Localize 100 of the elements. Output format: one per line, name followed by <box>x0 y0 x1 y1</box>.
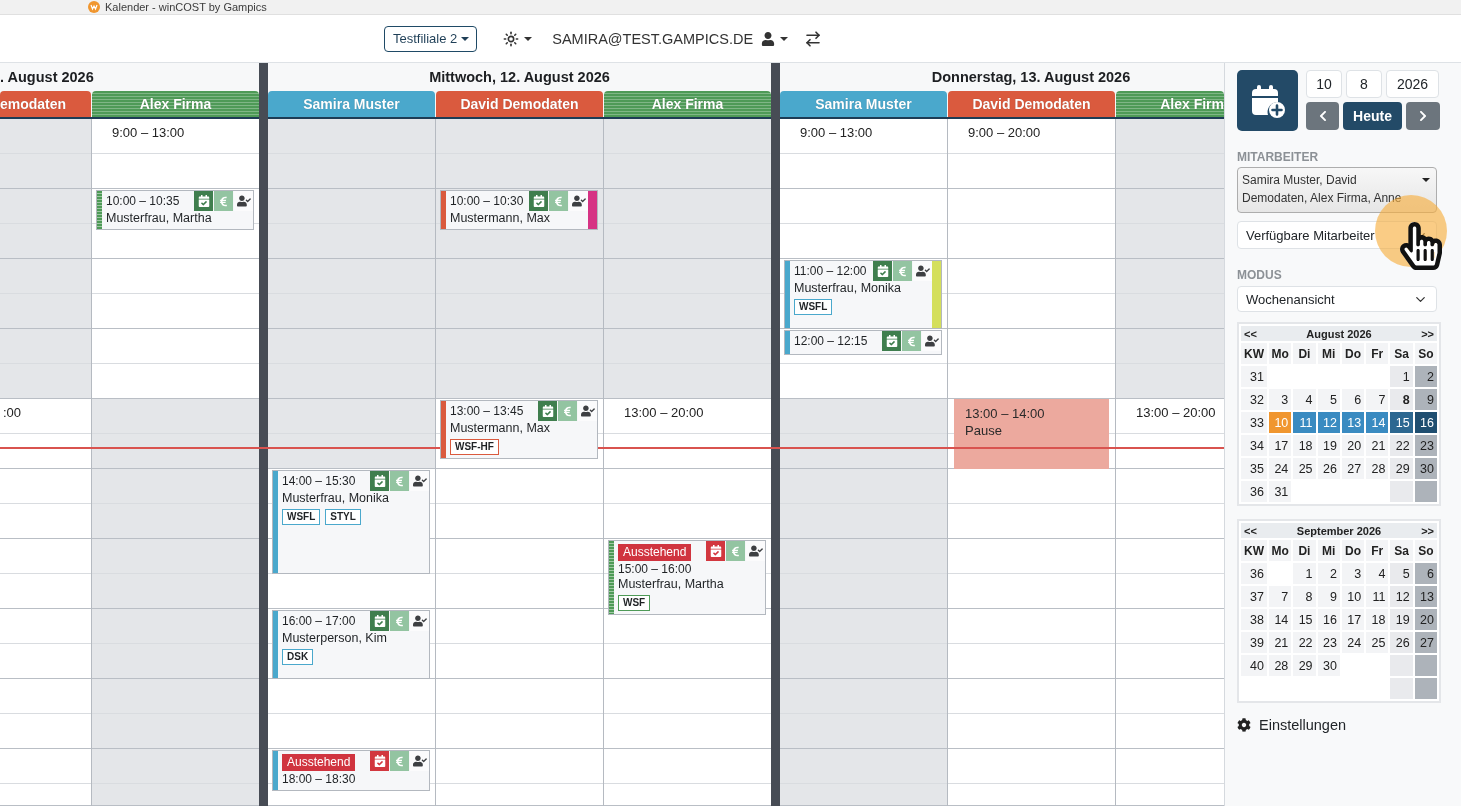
calendar-day[interactable]: 27 <box>1341 458 1365 479</box>
calendar-day[interactable]: 15 <box>1390 412 1413 433</box>
service-tag: WSFL <box>794 299 833 315</box>
theme-menu-button[interactable] <box>503 30 533 47</box>
calendar-day[interactable]: 21 <box>1366 435 1389 456</box>
calendar-day[interactable]: 2 <box>1317 563 1340 584</box>
appointment-time: 12:00 – 12:15 <box>794 333 868 349</box>
calendar-day[interactable]: 10 <box>1341 586 1365 607</box>
appointment-card[interactable]: 13:00 – 13:45 Mustermann, Max WSF-HF <box>440 400 598 459</box>
calendar-day[interactable]: 2 <box>1414 366 1437 387</box>
calendar-day[interactable]: 12 <box>1317 412 1340 433</box>
previous-month-button[interactable]: << <box>1244 327 1257 340</box>
calendar-day[interactable]: 24 <box>1341 632 1365 653</box>
calendar-day[interactable]: 23 <box>1414 435 1437 456</box>
mode-select[interactable]: Wochenansicht <box>1237 286 1437 312</box>
calendar-day[interactable]: 12 <box>1390 586 1413 607</box>
appointment-card[interactable]: Ausstehend 15:00 – 16:00 Musterfrau, Martha WSF <box>608 540 766 615</box>
appointment-card[interactable]: 10:00 – 10:35 Musterfrau, Martha <box>96 190 254 230</box>
status-badge: Ausstehend <box>618 544 692 561</box>
euro-icon <box>902 331 921 351</box>
calendar-day[interactable]: 23 <box>1317 632 1340 653</box>
calendar-day[interactable]: 29 <box>1293 655 1316 676</box>
calendar-day[interactable]: 27 <box>1414 632 1437 653</box>
calendar-day[interactable]: 17 <box>1269 435 1292 456</box>
calendar-day[interactable]: 14 <box>1269 609 1292 630</box>
calendar-day[interactable]: 13 <box>1341 412 1365 433</box>
client-name: Musterfrau, Monika <box>282 491 389 506</box>
month-field[interactable]: 8 <box>1346 70 1382 98</box>
appointment-card[interactable]: 11:00 – 12:00 Musterfrau, Monika WSFL <box>784 260 942 329</box>
euro-icon <box>558 401 577 421</box>
calendar-day[interactable]: 26 <box>1317 458 1340 479</box>
calendar-day[interactable]: 11 <box>1293 412 1316 433</box>
calendar-day[interactable]: 1 <box>1293 563 1316 584</box>
calendar-day[interactable]: 4 <box>1293 389 1316 410</box>
user-menu-button[interactable] <box>761 31 789 46</box>
calendar-day[interactable]: 11 <box>1366 586 1389 607</box>
calendar-day[interactable]: 19 <box>1390 609 1413 630</box>
calendar-day[interactable]: 25 <box>1293 458 1316 479</box>
calendar-day[interactable]: 16 <box>1414 412 1437 433</box>
calendar-day[interactable]: 22 <box>1390 435 1413 456</box>
next-month-button[interactable]: >> <box>1421 327 1434 340</box>
calendar-day[interactable]: 31 <box>1269 481 1292 502</box>
today-button[interactable]: Heute <box>1343 102 1402 130</box>
calendar-day[interactable]: 20 <box>1341 435 1365 456</box>
calendar-day[interactable]: 3 <box>1341 563 1365 584</box>
calendar-day[interactable]: 13 <box>1414 586 1437 607</box>
appointment-card[interactable]: 10:00 – 10:30 Mustermann, Max <box>440 190 598 230</box>
appointment-card[interactable]: Ausstehend 18:00 – 18:30 <box>272 750 430 791</box>
calendar-day[interactable]: 18 <box>1366 609 1389 630</box>
swap-icon[interactable] <box>804 29 823 48</box>
branch-dropdown[interactable]: Testfiliale 2 <box>383 25 478 52</box>
calendar-day[interactable]: 14 <box>1366 412 1389 433</box>
next-month-button[interactable]: >> <box>1421 524 1434 537</box>
previous-month-button[interactable]: << <box>1244 524 1257 537</box>
calendar-day[interactable]: 22 <box>1293 632 1316 653</box>
calendar-day[interactable]: 17 <box>1341 609 1365 630</box>
next-button[interactable] <box>1406 102 1440 130</box>
calendar-day[interactable]: 3 <box>1269 389 1292 410</box>
calendar-day[interactable]: 7 <box>1269 586 1292 607</box>
calendar-day[interactable]: 7 <box>1366 389 1389 410</box>
settings-link[interactable]: Einstellungen <box>1237 717 1347 733</box>
client-name: Musterfrau, Martha <box>618 577 724 592</box>
calendar-day[interactable]: 24 <box>1269 458 1292 479</box>
calendar-day[interactable]: 21 <box>1269 632 1292 653</box>
calendar-day[interactable]: 16 <box>1317 609 1340 630</box>
calendar-day[interactable]: 5 <box>1390 563 1413 584</box>
calendar-day[interactable]: 30 <box>1414 458 1437 479</box>
break-block[interactable]: 13:00 – 14:00 Pause <box>954 399 1109 469</box>
calendar-day[interactable]: 15 <box>1293 609 1316 630</box>
caret-icon <box>1422 178 1430 182</box>
calendar-day[interactable]: 4 <box>1366 563 1389 584</box>
calendar-day[interactable]: 28 <box>1269 655 1292 676</box>
previous-button[interactable] <box>1306 102 1339 130</box>
calendar-day[interactable]: 1 <box>1390 366 1413 387</box>
calendar-check-icon <box>873 261 892 281</box>
calendar-day[interactable]: 28 <box>1366 458 1389 479</box>
appointment-card[interactable]: 12:00 – 12:15 <box>784 330 942 355</box>
employee-select[interactable]: Samira Muster, David Demodaten, Alex Firma, Anne <box>1237 167 1437 213</box>
app-logo-icon <box>88 1 100 13</box>
day-field[interactable]: 10 <box>1306 70 1342 98</box>
user-check-icon <box>410 751 429 771</box>
appointment-card[interactable]: 14:00 – 15:30 Musterfrau, Monika WSFL STYL <box>272 470 430 574</box>
add-appointment-button[interactable] <box>1237 70 1298 131</box>
calendar-day[interactable]: 6 <box>1414 563 1437 584</box>
calendar-day[interactable]: 8 <box>1293 586 1316 607</box>
calendar-day[interactable]: 30 <box>1317 655 1340 676</box>
calendar-day[interactable]: 19 <box>1317 435 1340 456</box>
calendar-day[interactable]: 20 <box>1414 609 1437 630</box>
calendar-day[interactable]: 9 <box>1317 586 1340 607</box>
calendar-day[interactable]: 26 <box>1390 632 1413 653</box>
calendar-day[interactable]: 6 <box>1341 389 1365 410</box>
appointment-card[interactable]: 16:00 – 17:00 Musterperson, Kim DSK <box>272 610 430 679</box>
calendar-day[interactable]: 5 <box>1317 389 1340 410</box>
availability-select[interactable]: Verfügbare Mitarbeiter <box>1237 221 1437 249</box>
calendar-day[interactable]: 18 <box>1293 435 1316 456</box>
calendar-day[interactable]: 9 <box>1414 389 1437 410</box>
calendar-day[interactable]: 8 <box>1390 389 1413 410</box>
year-field[interactable]: 2026 <box>1386 70 1439 98</box>
calendar-day[interactable]: 25 <box>1366 632 1389 653</box>
calendar-day[interactable]: 29 <box>1390 458 1413 479</box>
